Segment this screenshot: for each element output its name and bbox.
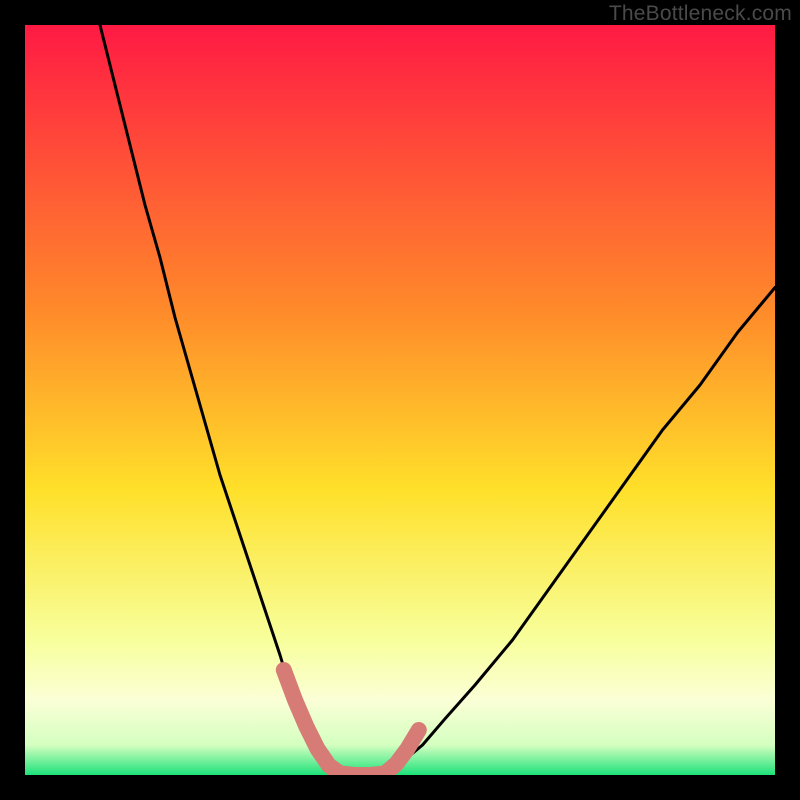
bottleneck-chart (25, 25, 775, 775)
watermark-text: TheBottleneck.com (609, 2, 792, 26)
gradient-background (25, 25, 775, 775)
chart-frame: TheBottleneck.com (0, 0, 800, 800)
